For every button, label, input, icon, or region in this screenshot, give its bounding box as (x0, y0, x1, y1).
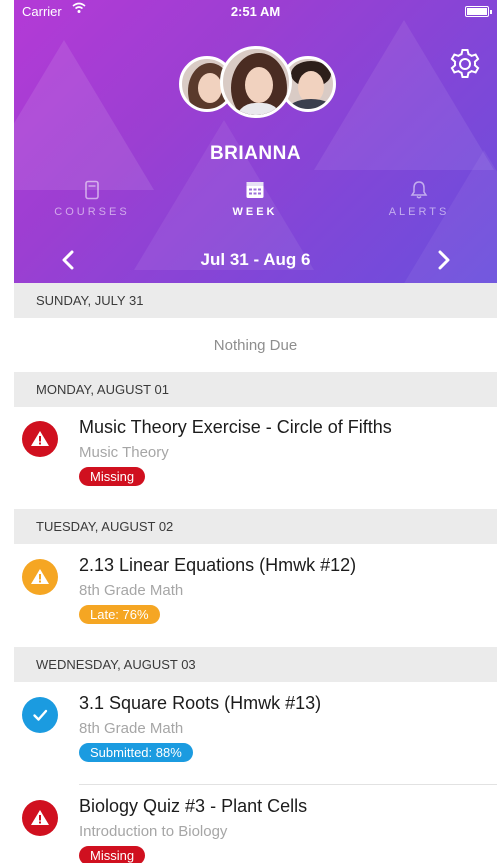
chevron-right-icon (438, 250, 450, 270)
assignment-title: Music Theory Exercise - Circle of Fifths (79, 417, 392, 437)
app-screen: Carrier 2:51 AM BRIANNA COURSES WEEK ALE… (14, 0, 497, 863)
assignment-course: Introduction to Biology (79, 823, 228, 840)
battery-icon (465, 6, 492, 17)
profile-header: Carrier 2:51 AM BRIANNA COURSES WEEK ALE… (14, 0, 497, 283)
student-name: BRIANNA (209, 143, 302, 164)
tab-courses[interactable]: COURSES (32, 180, 152, 218)
alert-icon (22, 559, 58, 595)
student-avatar-selected[interactable] (220, 46, 292, 118)
day-header: SUNDAY, JULY 31 (14, 283, 497, 318)
assignment-title: 3.1 Square Roots (Hmwk #13) (79, 693, 322, 713)
week-range: Jul 31 - Aug 6 (200, 250, 311, 269)
day-header: WEDNESDAY, AUGUST 03 (14, 647, 497, 682)
tab-courses-label: COURSES (54, 206, 130, 218)
assignment-title: 2.13 Linear Equations (Hmwk #12) (79, 555, 357, 575)
row-divider (79, 784, 497, 785)
assignment-row[interactable]: 3.1 Square Roots (Hmwk #13) 8th Grade Ma… (14, 683, 497, 785)
assignment-course: 8th Grade Math (79, 720, 184, 737)
status-badge: Late: 76% (79, 605, 160, 624)
clock: 2:51 AM (230, 4, 281, 19)
assignment-row[interactable]: 2.13 Linear Equations (Hmwk #12) 8th Gra… (14, 545, 497, 647)
tab-week-label: WEEK (232, 206, 278, 218)
tab-alerts[interactable]: ALERTS (359, 180, 479, 218)
assignment-course: Music Theory (79, 444, 169, 461)
calendar-icon (195, 180, 315, 200)
status-badge: Missing (79, 846, 146, 863)
status-badge: Missing (79, 467, 146, 486)
next-week-button[interactable] (430, 246, 458, 274)
assignment-title: Biology Quiz #3 - Plant Cells (79, 796, 308, 816)
alert-icon (22, 421, 58, 457)
day-header: MONDAY, AUGUST 01 (14, 372, 497, 407)
tab-alerts-label: ALERTS (388, 206, 450, 218)
status-badge: Submitted: 88% (79, 743, 193, 762)
tab-week[interactable]: WEEK (195, 180, 315, 218)
assignment-row[interactable]: Biology Quiz #3 - Plant Cells Introducti… (14, 786, 497, 863)
assignment-row[interactable]: Music Theory Exercise - Circle of Fifths… (14, 407, 497, 509)
nothing-due-label: Nothing Due (213, 337, 298, 354)
alert-icon (22, 800, 58, 836)
day-header: TUESDAY, AUGUST 02 (14, 509, 497, 544)
checkmark-icon (22, 697, 58, 733)
book-icon (32, 180, 152, 200)
student-switcher[interactable] (14, 46, 497, 120)
status-bar: Carrier 2:51 AM (14, 0, 497, 22)
bell-icon (359, 180, 479, 200)
assignment-course: 8th Grade Math (79, 582, 184, 599)
